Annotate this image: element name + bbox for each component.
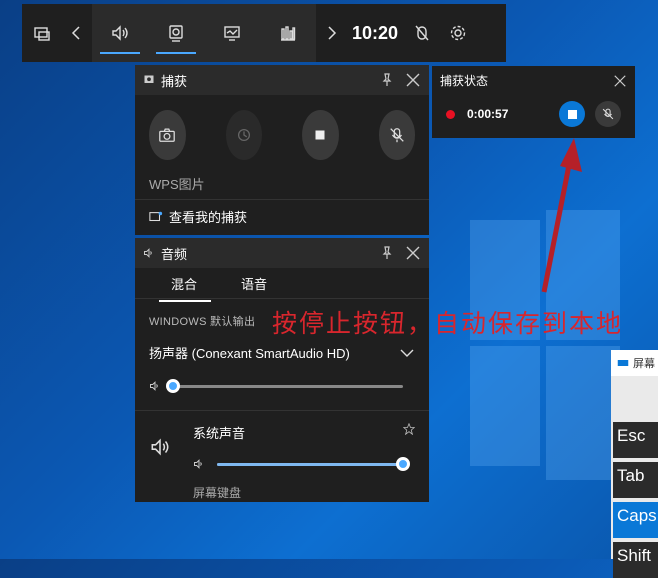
game-bar: 10:20 (22, 4, 506, 62)
chevron-down-icon (400, 349, 414, 357)
key-caps[interactable]: Caps (613, 502, 658, 538)
speaker-icon (194, 459, 202, 469)
audio-tabs: 混合 语音 (135, 268, 429, 302)
screenshot-button[interactable] (149, 110, 186, 160)
stop-icon (567, 109, 577, 119)
on-screen-keyboard: 屏幕 Esc Tab Caps Shift (611, 350, 658, 578)
recording-timer: 0:00:57 (467, 107, 509, 121)
capture-panel: 捕获 WPS图片 查看我的捕获 (135, 65, 429, 235)
see-captures-label: 查看我的捕获 (169, 210, 248, 225)
settings-button[interactable] (440, 4, 476, 62)
annotation-arrow (541, 138, 582, 293)
system-volume-knob[interactable] (396, 456, 410, 471)
gallery-icon (149, 211, 163, 221)
speaker-icon (144, 248, 152, 258)
record-last-button[interactable] (225, 110, 262, 160)
pin-icon[interactable] (379, 72, 395, 88)
master-volume-slider[interactable] (166, 378, 403, 393)
mic-toggle-button[interactable] (378, 110, 415, 160)
audio-panel: 音频 混合 语音 WINDOWS 默认输出 扬声器 (Conexant Smar… (135, 238, 429, 502)
stop-recording-button[interactable] (302, 110, 339, 160)
capture-widget-button[interactable] (148, 4, 204, 62)
capture-status-panel: 捕获状态 0:00:57 (432, 66, 635, 138)
close-icon[interactable] (405, 245, 421, 261)
system-sounds-row: 系统声音 (135, 411, 429, 471)
keyboard-icon (617, 360, 629, 366)
master-volume-knob[interactable] (166, 378, 180, 393)
audio-widget-button[interactable] (92, 4, 148, 62)
stop-recording-button[interactable] (559, 101, 585, 127)
key-shift[interactable]: Shift (613, 542, 658, 578)
speaker-icon (150, 381, 158, 391)
close-icon[interactable] (613, 74, 627, 88)
chevron-left-icon (71, 26, 80, 40)
scroll-left-button[interactable] (62, 4, 92, 62)
star-icon[interactable] (403, 423, 415, 435)
camera-icon (159, 128, 176, 142)
system-volume-slider[interactable] (217, 456, 410, 471)
capture-panel-title: 捕获 (161, 73, 188, 89)
status-panel-title: 捕获状态 (440, 74, 489, 88)
resources-widget-button[interactable] (260, 4, 316, 62)
bar-chart-icon (281, 26, 296, 41)
widgets-icon (34, 27, 50, 41)
tab-mix[interactable]: 混合 (158, 274, 212, 302)
mouse-lock-button[interactable] (404, 4, 440, 62)
mouse-off-icon (415, 25, 429, 41)
chevron-right-icon (328, 26, 337, 40)
history-icon (237, 128, 250, 142)
keyboard-title: 屏幕 (633, 358, 655, 370)
clock: 10:20 (352, 22, 399, 43)
gear-icon (450, 25, 466, 41)
key-tab[interactable]: Tab (613, 462, 658, 498)
scroll-right-button[interactable] (316, 4, 346, 62)
audio-panel-header: 音频 (135, 238, 429, 268)
speaker-icon (151, 438, 169, 455)
key-esc[interactable]: Esc (613, 422, 658, 458)
mic-off-icon (390, 128, 404, 143)
next-app-label: 屏幕键盘 (193, 486, 242, 500)
audio-panel-title: 音频 (161, 246, 188, 262)
performance-widget-button[interactable] (204, 4, 260, 62)
mic-off-icon (602, 108, 614, 120)
widget-group (92, 4, 316, 62)
capture-icon (169, 25, 183, 42)
recording-indicator (446, 109, 455, 119)
speaker-icon (112, 25, 128, 41)
monitor-icon (224, 26, 240, 41)
capture-icon (144, 75, 154, 83)
see-captures-link[interactable]: 查看我的捕获 (135, 199, 429, 233)
pin-icon[interactable] (379, 245, 395, 261)
capture-caption: WPS图片 (149, 177, 205, 192)
annotation-text: 按停止按钮，自动保存到本地 (272, 309, 624, 338)
output-device-name: 扬声器 (Conexant SmartAudio HD) (149, 346, 350, 361)
system-volume-fill (217, 462, 403, 466)
keyboard-title-bar: 屏幕 (611, 350, 658, 376)
widget-menu-button[interactable] (22, 4, 62, 62)
master-volume-row (135, 362, 429, 393)
stop-icon (315, 130, 325, 140)
system-sounds-label: 系统声音 (193, 426, 246, 441)
mic-toggle-button[interactable] (595, 101, 621, 127)
capture-panel-header: 捕获 (135, 65, 429, 95)
tab-voice[interactable]: 语音 (239, 274, 269, 293)
close-icon[interactable] (405, 72, 421, 88)
